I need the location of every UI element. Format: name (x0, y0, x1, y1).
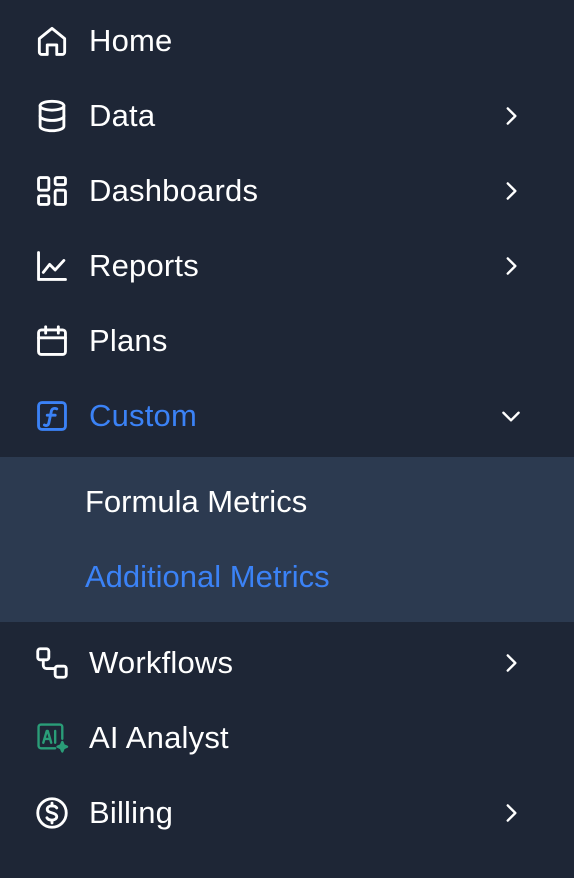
sidebar-item-label: Plans (89, 322, 168, 358)
calendar-icon (33, 322, 71, 360)
dashboard-grid-icon (33, 172, 71, 210)
workflow-icon (33, 644, 71, 682)
sidebar-item-workflows[interactable]: Workflows (0, 625, 574, 700)
sidebar-item-dashboards[interactable]: Dashboards (0, 153, 574, 228)
sidebar-item-plans[interactable]: Plans (0, 303, 574, 378)
submenu-item-label: Additional Metrics (85, 558, 330, 594)
sidebar-item-ai-analyst[interactable]: AI Analyst (0, 700, 574, 775)
sidebar-item-billing[interactable]: Billing (0, 775, 574, 850)
sidebar-item-reports[interactable]: Reports (0, 228, 574, 303)
sidebar-nav: Home Data Dashboards Reports Plans Custo… (0, 0, 574, 878)
sidebar-item-custom[interactable]: Custom (0, 378, 574, 453)
submenu-item-formula-metrics[interactable]: Formula Metrics (0, 464, 574, 539)
sidebar-item-home[interactable]: Home (0, 3, 574, 78)
ai-analyst-icon (33, 719, 71, 757)
sidebar-item-label: Reports (89, 247, 199, 283)
submenu-item-label: Formula Metrics (85, 483, 308, 519)
sidebar-item-label: Dashboards (89, 172, 259, 208)
chevron-right-icon (506, 653, 517, 672)
dollar-circle-icon (33, 794, 71, 832)
chevron-right-icon (506, 803, 517, 822)
sidebar-item-label: AI Analyst (89, 719, 229, 755)
chevron-right-icon (506, 256, 517, 275)
chevron-down-icon (502, 411, 520, 422)
sidebar-item-label: Data (89, 97, 156, 133)
sidebar-item-label: Workflows (89, 644, 234, 680)
function-icon (33, 397, 71, 435)
sidebar-item-label: Home (89, 22, 173, 58)
sidebar-item-label: Custom (89, 397, 198, 433)
line-chart-icon (33, 247, 71, 285)
chevron-right-icon (506, 106, 517, 125)
database-icon (33, 97, 71, 135)
sidebar-item-label: Billing (89, 794, 174, 830)
sidebar-item-data[interactable]: Data (0, 78, 574, 153)
custom-submenu: Formula Metrics Additional Metrics (0, 457, 574, 622)
chevron-right-icon (506, 181, 517, 200)
submenu-item-additional-metrics[interactable]: Additional Metrics (0, 539, 574, 614)
home-icon (33, 22, 71, 60)
